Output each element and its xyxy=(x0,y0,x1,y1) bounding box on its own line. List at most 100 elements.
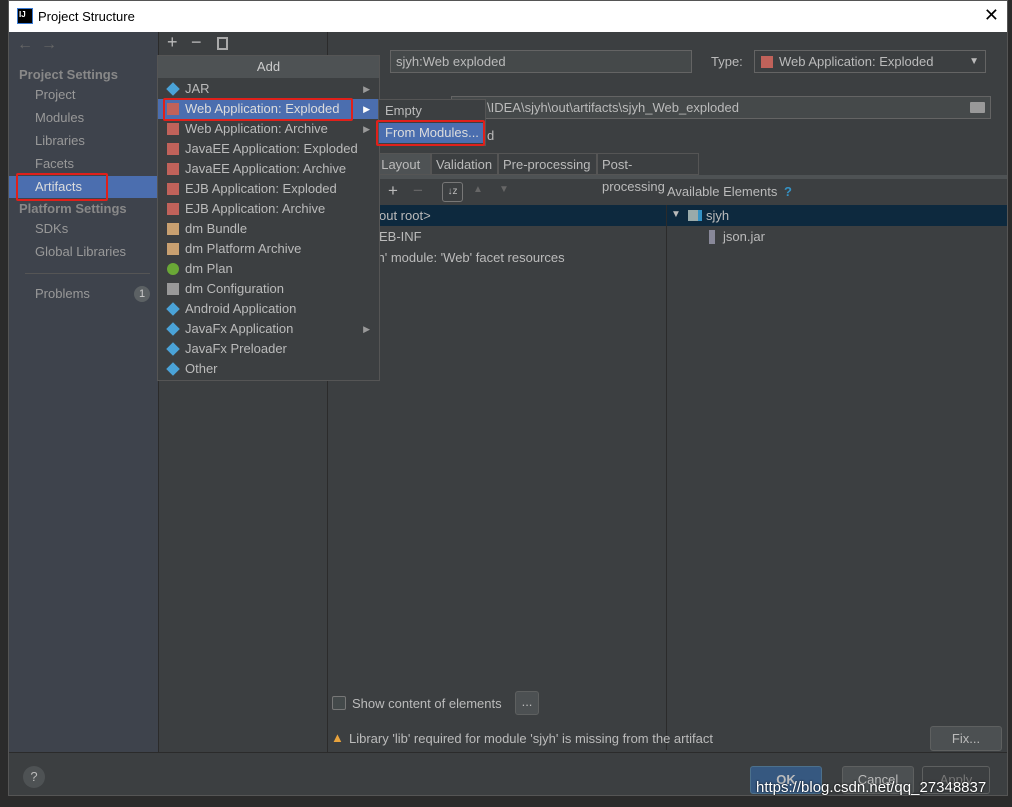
window-title: Project Structure xyxy=(38,9,135,24)
available-elements-label: Available Elements xyxy=(667,184,778,199)
help-icon[interactable]: ? xyxy=(784,184,792,199)
menu-item-label: Android Application xyxy=(185,301,297,316)
sidebar-item-libraries[interactable]: Libraries xyxy=(9,130,158,152)
sidebar: ← → Project Settings Project Modules Lib… xyxy=(9,32,158,752)
add-element-icon[interactable]: + xyxy=(388,181,398,201)
highlight-box xyxy=(163,98,353,121)
module-folder-icon xyxy=(688,210,702,221)
menu-item[interactable]: EJB Application: Archive xyxy=(158,199,379,219)
available-module-sjyh[interactable]: sjyh xyxy=(706,208,729,223)
sidebar-item-modules[interactable]: Modules xyxy=(9,107,158,129)
tree-item-web-inf[interactable]: EB-INF xyxy=(379,229,422,244)
intellij-logo-icon: IJ xyxy=(17,8,33,24)
warning-icon: ▲ xyxy=(331,730,344,745)
menu-item[interactable]: JavaFx Preloader xyxy=(158,339,379,359)
menu-item[interactable]: JavaEE Application: Exploded xyxy=(158,139,379,159)
tab-underline xyxy=(329,175,1007,179)
javaee-icon xyxy=(167,143,179,155)
submenu-arrow-icon: ▶ xyxy=(363,84,370,94)
type-combobox[interactable]: Web Application: Exploded ▼ xyxy=(754,50,986,73)
forward-icon[interactable]: → xyxy=(41,36,57,54)
type-value: Web Application: Exploded xyxy=(779,54,934,69)
menu-item[interactable]: EJB Application: Exploded xyxy=(158,179,379,199)
menu-item[interactable]: Other xyxy=(158,359,379,379)
menu-item-label: dm Platform Archive xyxy=(185,241,302,256)
menu-header: Add xyxy=(158,56,379,78)
menu-item[interactable]: JavaFx Application ▶ xyxy=(158,319,379,339)
expand-icon[interactable]: ▼ xyxy=(671,209,681,220)
chevron-down-icon: ▼ xyxy=(969,56,979,67)
menu-item[interactable]: dm Plan xyxy=(158,259,379,279)
menu-item-label: JavaFx Application xyxy=(185,321,294,336)
more-button[interactable]: ... xyxy=(515,691,539,715)
add-icon[interactable]: + xyxy=(167,32,178,53)
menu-item[interactable]: dm Configuration xyxy=(158,279,379,299)
submenu-arrow-icon: ▶ xyxy=(363,104,370,114)
project-settings-heading: Project Settings xyxy=(19,67,118,82)
web-app-icon xyxy=(167,123,179,135)
divider xyxy=(25,273,150,274)
copy-icon[interactable] xyxy=(217,37,228,50)
show-content-checkbox[interactable] xyxy=(332,696,346,710)
menu-item-label: Web Application: Archive xyxy=(185,121,328,136)
jar-icon xyxy=(166,82,180,96)
submenu-item-empty[interactable]: Empty xyxy=(379,101,485,121)
panel-divider xyxy=(666,205,667,750)
tab-post-processing[interactable]: Post-processing xyxy=(597,153,699,194)
menu-item-label: JAR xyxy=(185,81,210,96)
help-button[interactable]: ? xyxy=(23,766,45,788)
dm-bundle-icon xyxy=(167,223,179,235)
menu-item[interactable]: Android Application xyxy=(158,299,379,319)
ejb-icon xyxy=(167,203,179,215)
close-icon[interactable]: ✕ xyxy=(984,5,999,26)
tab-validation[interactable]: Validation xyxy=(431,153,498,175)
back-icon[interactable]: ← xyxy=(17,36,33,54)
move-down-icon[interactable]: ▼ xyxy=(499,184,509,195)
sidebar-item-global-libraries[interactable]: Global Libraries xyxy=(9,241,158,263)
sidebar-item-sdks[interactable]: SDKs xyxy=(9,218,158,240)
menu-item-label: dm Plan xyxy=(185,261,233,276)
menu-item-label: EJB Application: Exploded xyxy=(185,181,337,196)
warning-message: Library 'lib' required for module 'sjyh'… xyxy=(349,731,713,746)
remove-element-icon[interactable]: − xyxy=(413,181,423,201)
output-directory-input[interactable]: \IDEA\sjyh\out\artifacts\sjyh_Web_explod… xyxy=(451,96,991,119)
folder-icon[interactable] xyxy=(970,102,985,113)
artifact-name-input[interactable]: sjyh:Web exploded xyxy=(390,50,692,73)
jar-icon xyxy=(166,322,180,336)
menu-item-label: Other xyxy=(185,361,218,376)
show-content-label: Show content of elements xyxy=(352,696,502,711)
remove-icon[interactable]: − xyxy=(191,32,202,53)
menu-item[interactable]: JavaEE Application: Archive xyxy=(158,159,379,179)
sidebar-item-project[interactable]: Project xyxy=(9,84,158,106)
title-bar: IJ Project Structure ✕ xyxy=(9,1,1007,32)
problems-count-badge: 1 xyxy=(134,286,150,302)
sort-icon[interactable]: ↓z xyxy=(442,182,463,202)
javaee-icon xyxy=(167,163,179,175)
menu-item-label: JavaEE Application: Exploded xyxy=(185,141,358,156)
file-icon xyxy=(167,283,179,295)
menu-item[interactable]: dm Bundle xyxy=(158,219,379,239)
dm-plan-icon xyxy=(167,263,179,275)
fix-button[interactable]: Fix... xyxy=(930,726,1002,751)
dm-archive-icon xyxy=(167,243,179,255)
available-json-jar[interactable]: json.jar xyxy=(723,229,765,244)
footer-divider xyxy=(9,752,1007,753)
menu-item[interactable]: JAR ▶ xyxy=(158,79,379,99)
menu-item[interactable]: Web Application: Archive ▶ xyxy=(158,119,379,139)
sidebar-item-facets[interactable]: Facets xyxy=(9,153,158,175)
partial-checkbox-label: d xyxy=(487,128,495,143)
jar-icon xyxy=(166,362,180,376)
submenu-arrow-icon: ▶ xyxy=(363,124,370,134)
jar-icon xyxy=(166,342,180,356)
tree-item-output-root[interactable]: out root> xyxy=(379,208,431,223)
menu-item[interactable]: dm Platform Archive xyxy=(158,239,379,259)
menu-item-label: JavaEE Application: Archive xyxy=(185,161,347,176)
output-directory-value: \IDEA\sjyh\out\artifacts\sjyh_Web_explod… xyxy=(487,100,739,115)
menu-item-label: JavaFx Preloader xyxy=(185,341,287,356)
tab-pre-processing[interactable]: Pre-processing xyxy=(498,153,597,175)
move-up-icon[interactable]: ▲ xyxy=(473,184,483,195)
platform-settings-heading: Platform Settings xyxy=(19,201,127,216)
tree-item-facet-resources[interactable]: yh' module: 'Web' facet resources xyxy=(371,250,565,265)
menu-item-label: dm Configuration xyxy=(185,281,284,296)
jar-icon xyxy=(166,302,180,316)
